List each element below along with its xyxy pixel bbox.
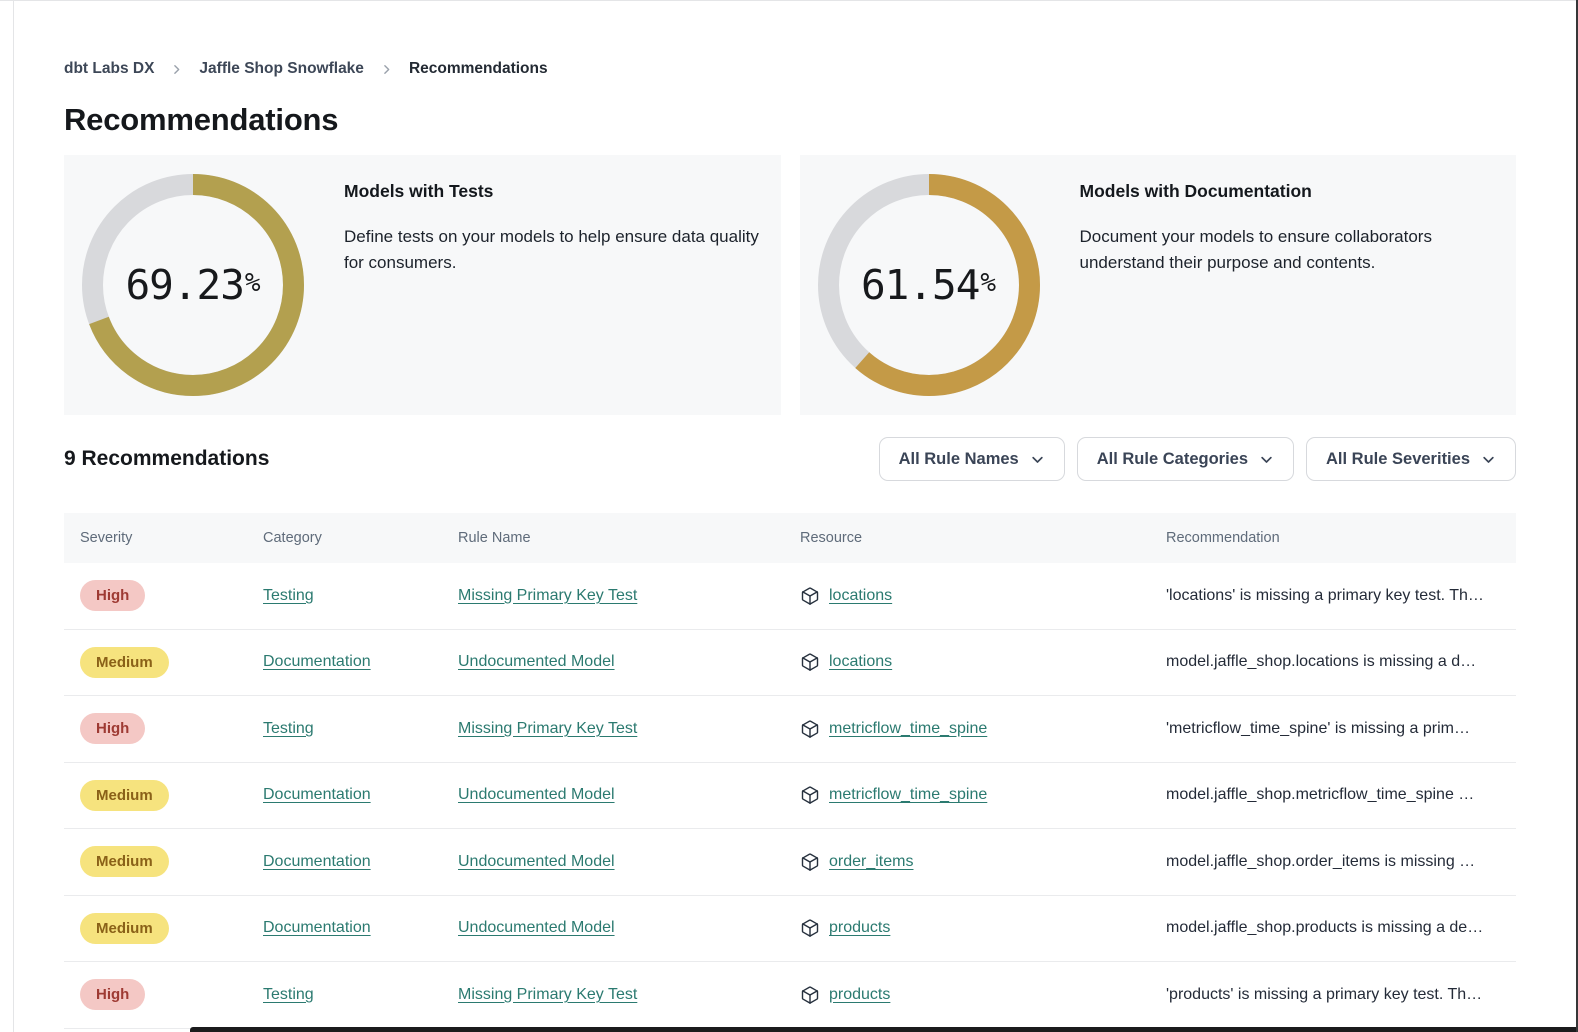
model-cube-icon	[800, 652, 820, 672]
filter-label: All Rule Severities	[1326, 450, 1470, 469]
severity-badge: High	[80, 979, 145, 1010]
column-header-recommendation: Recommendation	[1166, 530, 1516, 546]
model-cube-icon	[800, 985, 820, 1005]
chevron-down-icon	[1259, 452, 1274, 467]
resource-link[interactable]: products	[829, 986, 890, 1004]
column-header-resource: Resource	[800, 530, 1166, 546]
model-cube-icon	[800, 785, 820, 805]
window-top-border	[0, 0, 1578, 1]
column-header-category: Category	[263, 530, 458, 546]
tests-donut-chart: 69.23%	[82, 174, 304, 396]
resource-link[interactable]: products	[829, 919, 890, 937]
metric-card-description: Define tests on your models to help ensu…	[344, 224, 781, 276]
model-cube-icon	[800, 719, 820, 739]
rule-name-link[interactable]: Undocumented Model	[458, 786, 615, 803]
category-link[interactable]: Documentation	[263, 853, 371, 870]
model-cube-icon	[800, 852, 820, 872]
severity-badge: High	[80, 580, 145, 611]
rule-name-link[interactable]: Missing Primary Key Test	[458, 720, 637, 737]
donut-percentage-label: 69.23%	[82, 174, 304, 396]
severity-badge: Medium	[80, 846, 169, 877]
breadcrumb-link-dbt-labs-dx[interactable]: dbt Labs DX	[64, 60, 154, 78]
rule-severities-filter-dropdown[interactable]: All Rule Severities	[1306, 437, 1516, 481]
table-row: Medium Documentation Undocumented Model loc…	[64, 630, 1516, 697]
category-link[interactable]: Testing	[263, 720, 314, 737]
resource-link[interactable]: locations	[829, 587, 892, 605]
column-header-severity: Severity	[64, 530, 263, 546]
breadcrumb: dbt Labs DX Jaffle Shop Snowflake Recomm…	[64, 60, 1516, 78]
bottom-dark-bar	[190, 1027, 1576, 1032]
category-link[interactable]: Documentation	[263, 919, 371, 936]
rule-name-link[interactable]: Undocumented Model	[458, 919, 615, 936]
chevron-right-icon	[170, 63, 183, 76]
model-cube-icon	[800, 586, 820, 606]
resource-link[interactable]: metricflow_time_spine	[829, 720, 987, 738]
rule-categories-filter-dropdown[interactable]: All Rule Categories	[1077, 437, 1294, 481]
chevron-right-icon	[380, 63, 393, 76]
severity-badge: High	[80, 713, 145, 744]
table-row: Medium Documentation Undocumented Model met…	[64, 763, 1516, 830]
rule-name-link[interactable]: Undocumented Model	[458, 853, 615, 870]
table-header-row: Severity Category Rule Name Resource Rec…	[64, 513, 1516, 563]
recommendations-toolbar: 9 Recommendations All Rule Names All Rul…	[64, 437, 1516, 481]
chevron-down-icon	[1030, 452, 1045, 467]
recommendations-page: dbt Labs DX Jaffle Shop Snowflake Recomm…	[0, 60, 1578, 1029]
severity-badge: Medium	[80, 780, 169, 811]
metric-cards-row: 69.23% Models with Tests Define tests on…	[64, 155, 1516, 415]
page-title: Recommendations	[64, 102, 1516, 138]
recommendations-table: Severity Category Rule Name Resource Rec…	[64, 513, 1516, 1029]
rule-name-link[interactable]: Missing Primary Key Test	[458, 986, 637, 1003]
recommendation-text: model.jaffle_shop.order_items is missing…	[1166, 853, 1516, 871]
chevron-down-icon	[1481, 452, 1496, 467]
breadcrumb-current-page: Recommendations	[409, 60, 548, 78]
severity-badge: Medium	[80, 647, 169, 678]
filter-label: All Rule Categories	[1097, 450, 1248, 469]
category-link[interactable]: Documentation	[263, 653, 371, 670]
model-cube-icon	[800, 918, 820, 938]
severity-badge: Medium	[80, 913, 169, 944]
recommendation-text: model.jaffle_shop.products is missing a …	[1166, 919, 1516, 937]
table-row: Medium Documentation Undocumented Model ord…	[64, 829, 1516, 896]
table-row: Medium Documentation Undocumented Model pro…	[64, 896, 1516, 963]
rule-names-filter-dropdown[interactable]: All Rule Names	[879, 437, 1065, 481]
column-header-rule-name: Rule Name	[458, 530, 800, 546]
metric-card-description: Document your models to ensure collabora…	[1080, 224, 1517, 276]
category-link[interactable]: Testing	[263, 986, 314, 1003]
rule-name-link[interactable]: Undocumented Model	[458, 653, 615, 670]
documentation-donut-chart: 61.54%	[818, 174, 1040, 396]
recommendations-table-body: High Testing Missing Primary Key Test locat…	[64, 563, 1516, 1029]
recommendation-text: 'products' is missing a primary key test…	[1166, 986, 1516, 1004]
rule-name-link[interactable]: Missing Primary Key Test	[458, 587, 637, 604]
recommendations-count: 9 Recommendations	[64, 447, 269, 471]
resource-link[interactable]: metricflow_time_spine	[829, 786, 987, 804]
recommendation-text: model.jaffle_shop.metricflow_time_spine …	[1166, 786, 1516, 804]
table-row: High Testing Missing Primary Key Test produ…	[64, 962, 1516, 1029]
recommendation-text: model.jaffle_shop.locations is missing a…	[1166, 653, 1516, 671]
metric-card-title: Models with Documentation	[1080, 181, 1517, 202]
recommendation-text: 'locations' is missing a primary key tes…	[1166, 587, 1516, 605]
table-row: High Testing Missing Primary Key Test metri…	[64, 696, 1516, 763]
resource-link[interactable]: order_items	[829, 853, 913, 871]
metric-card: 61.54% Models with Documentation Documen…	[800, 155, 1517, 415]
filter-label: All Rule Names	[899, 450, 1019, 469]
resource-link[interactable]: locations	[829, 653, 892, 671]
metric-card: 69.23% Models with Tests Define tests on…	[64, 155, 781, 415]
breadcrumb-link-project[interactable]: Jaffle Shop Snowflake	[199, 60, 364, 78]
category-link[interactable]: Testing	[263, 587, 314, 604]
category-link[interactable]: Documentation	[263, 786, 371, 803]
sidebar-edge-divider	[13, 0, 14, 1032]
donut-percentage-label: 61.54%	[818, 174, 1040, 396]
recommendation-text: 'metricflow_time_spine' is missing a pri…	[1166, 720, 1516, 738]
table-row: High Testing Missing Primary Key Test locat…	[64, 563, 1516, 630]
metric-card-title: Models with Tests	[344, 181, 781, 202]
filter-group: All Rule Names All Rule Categories All R…	[879, 437, 1516, 481]
